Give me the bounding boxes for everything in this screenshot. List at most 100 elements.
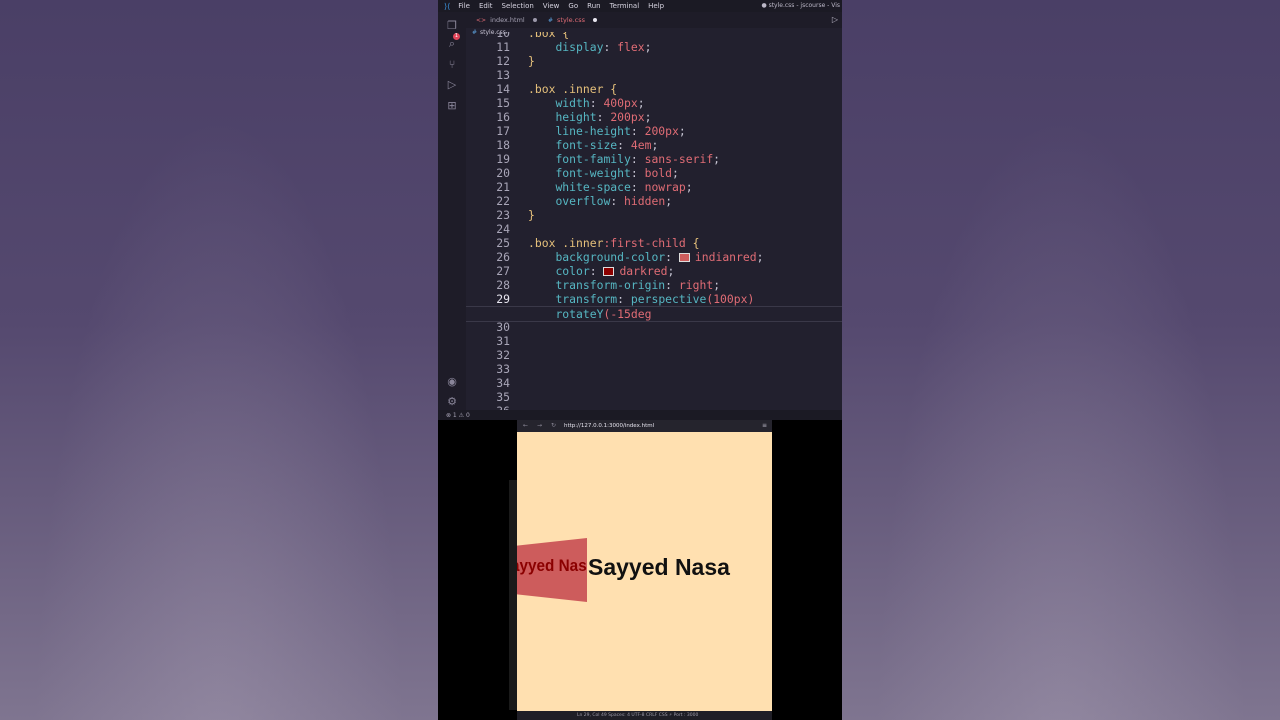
source-control-icon[interactable]: ⑂ bbox=[445, 57, 459, 71]
vscode-logo-icon: ⟩⟨ bbox=[444, 1, 451, 11]
gear-icon[interactable]: ⚙ bbox=[445, 394, 459, 408]
browser-window: ← → ↻ http://127.0.0.1:3000/index.html ≡… bbox=[509, 420, 772, 720]
line-number: 34 bbox=[496, 376, 510, 390]
code-line[interactable]: 22 overflow: hidden; bbox=[466, 194, 842, 208]
tab-bar: <> index.html # style.css ▷ bbox=[466, 12, 842, 28]
code-line[interactable]: 28 transform-origin: right; bbox=[466, 278, 842, 292]
problems-status[interactable]: ⊗ 1 ⚠ 0 bbox=[446, 412, 470, 419]
code-line[interactable]: 23} bbox=[466, 208, 842, 222]
recording-frame: ⟩⟨ File Edit Selection View Go Run Termi… bbox=[438, 0, 842, 720]
line-number: 10 bbox=[496, 32, 510, 40]
code-text: .box .inner { bbox=[528, 82, 618, 96]
code-brackets-icon: <> bbox=[476, 16, 487, 24]
background-left bbox=[0, 0, 438, 720]
code-line[interactable]: 21 white-space: nowrap; bbox=[466, 180, 842, 194]
line-number: 17 bbox=[496, 124, 510, 138]
code-text: transform: perspective(100px) bbox=[555, 292, 755, 306]
line-number: 32 bbox=[496, 348, 510, 362]
line-number: 21 bbox=[496, 180, 510, 194]
code-line[interactable]: 20 font-weight: bold; bbox=[466, 166, 842, 180]
activity-bar: ❐ 1 ⌕ ⑂ ▷ ⊞ ◉ ⚙ bbox=[438, 12, 466, 410]
code-text: font-family: sans-serif; bbox=[555, 152, 721, 166]
code-line[interactable]: 31 bbox=[466, 334, 842, 348]
tab-style-css[interactable]: # style.css bbox=[548, 12, 598, 28]
run-icon[interactable]: ▷ bbox=[832, 15, 838, 24]
line-number: 13 bbox=[496, 68, 510, 82]
code-line[interactable]: 35 bbox=[466, 390, 842, 404]
line-number: 24 bbox=[496, 222, 510, 236]
search-icon[interactable]: ⌕ bbox=[445, 37, 459, 51]
code-line[interactable]: 11 display: flex; bbox=[466, 40, 842, 54]
code-editor[interactable]: 10 .box {11 display: flex; 12} 13 14 .box .in… bbox=[466, 32, 842, 410]
editor-status-strip: Ln 29, Col 49 Spaces: 4 UTF-8 CRLF CSS ⚡… bbox=[517, 711, 772, 720]
menu-help[interactable]: Help bbox=[648, 2, 664, 10]
code-line[interactable]: 26 background-color: indianred; bbox=[466, 250, 842, 264]
menu-selection[interactable]: Selection bbox=[502, 2, 534, 10]
tab-label: style.css bbox=[557, 16, 586, 24]
line-number: 19 bbox=[496, 152, 510, 166]
code-text: overflow: hidden; bbox=[555, 194, 673, 208]
code-line[interactable]: 19 font-family: sans-serif; bbox=[466, 152, 842, 166]
extensions-icon[interactable]: ⊞ bbox=[445, 98, 459, 112]
tab-index-html[interactable]: <> index.html bbox=[476, 12, 537, 28]
line-number: 33 bbox=[496, 362, 510, 376]
menu-icon[interactable]: ≡ bbox=[762, 422, 767, 429]
code-text: .box .inner:first-child { bbox=[528, 236, 700, 250]
vscode-window: ⟩⟨ File Edit Selection View Go Run Termi… bbox=[438, 0, 842, 420]
run-debug-icon[interactable]: ▷ bbox=[445, 77, 459, 91]
menu-run[interactable]: Run bbox=[587, 2, 600, 10]
forward-icon[interactable]: → bbox=[537, 422, 542, 429]
menubar: ⟩⟨ File Edit Selection View Go Run Termi… bbox=[438, 0, 842, 12]
menu-go[interactable]: Go bbox=[568, 2, 578, 10]
code-line[interactable]: 32 bbox=[466, 348, 842, 362]
line-number: 27 bbox=[496, 264, 510, 278]
line-number: 20 bbox=[496, 166, 510, 180]
menu-edit[interactable]: Edit bbox=[479, 2, 493, 10]
code-line[interactable]: 27 color: darkred; bbox=[466, 264, 842, 278]
code-line[interactable]: 16 height: 200px; bbox=[466, 110, 842, 124]
code-line[interactable]: 34 bbox=[466, 376, 842, 390]
code-line[interactable]: 25 .box .inner:first-child { bbox=[466, 236, 842, 250]
code-line[interactable]: 14 .box .inner { bbox=[466, 82, 842, 96]
code-line[interactable]: 29 transform: perspective(100px) bbox=[466, 292, 842, 306]
url-bar[interactable]: http://127.0.0.1:3000/index.html bbox=[564, 423, 654, 429]
menu-terminal[interactable]: Terminal bbox=[610, 2, 640, 10]
code-line[interactable]: 15 width: 400px; bbox=[466, 96, 842, 110]
line-number: 12 bbox=[496, 54, 510, 68]
code-text: } bbox=[528, 54, 535, 68]
line-number: 26 bbox=[496, 250, 510, 264]
code-text: } bbox=[528, 208, 535, 222]
menu-view[interactable]: View bbox=[543, 2, 560, 10]
line-number: 30 bbox=[496, 320, 510, 334]
browser-viewport: ayyed Nasa Sayyed Nasa bbox=[517, 432, 772, 711]
code-line[interactable]: 12} bbox=[466, 54, 842, 68]
code-text: height: 200px; bbox=[555, 110, 652, 124]
code-line[interactable]: 30 bbox=[466, 320, 842, 334]
unsaved-dot-icon bbox=[532, 18, 537, 22]
line-number: 29 bbox=[496, 292, 510, 306]
line-number: 23 bbox=[496, 208, 510, 222]
code-text: line-height: 200px; bbox=[555, 124, 686, 138]
code-line[interactable]: 10 .box { bbox=[466, 32, 842, 40]
account-icon[interactable]: ◉ bbox=[445, 374, 459, 388]
explorer-icon[interactable]: ❐ bbox=[445, 18, 459, 32]
line-number: 35 bbox=[496, 390, 510, 404]
code-text: .box { bbox=[528, 32, 570, 40]
back-icon[interactable]: ← bbox=[523, 422, 528, 429]
rotated-inner-box: ayyed Nasa bbox=[517, 538, 587, 602]
code-line[interactable]: 17 line-height: 200px; bbox=[466, 124, 842, 138]
code-line[interactable]: 33 bbox=[466, 362, 842, 376]
line-number: 22 bbox=[496, 194, 510, 208]
line-number: 31 bbox=[496, 334, 510, 348]
rotated-inner-text: ayyed Nasa bbox=[517, 556, 596, 575]
code-line[interactable]: 13 bbox=[466, 68, 842, 82]
hash-icon: # bbox=[548, 16, 554, 24]
reload-icon[interactable]: ↻ bbox=[551, 422, 556, 429]
code-line[interactable]: 18 font-size: 4em; bbox=[466, 138, 842, 152]
code-text: color: darkred; bbox=[555, 264, 675, 278]
code-line[interactable]: 24 bbox=[466, 222, 842, 236]
menu-file[interactable]: File bbox=[458, 2, 470, 10]
window-title: ● style.css - jscourse - Vis bbox=[761, 2, 840, 9]
code-text: rotateY(-15deg bbox=[555, 307, 652, 321]
code-text: transform-origin: right; bbox=[555, 278, 721, 292]
